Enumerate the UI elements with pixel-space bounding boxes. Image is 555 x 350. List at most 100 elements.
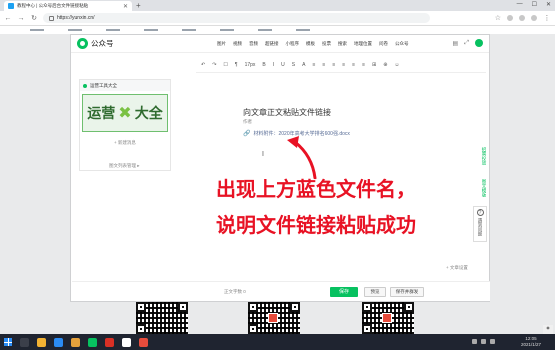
justify-icon[interactable]: ≡ [342, 62, 345, 68]
article-cover-thumbnail[interactable]: 运营 ✖ 大全 [82, 94, 168, 132]
close-window-button[interactable]: ✕ [546, 1, 551, 8]
save-and-publish-button[interactable]: 保存并群发 [390, 286, 424, 297]
file-explorer-icon[interactable] [37, 337, 46, 347]
reload-icon[interactable]: ↻ [30, 14, 38, 22]
tray-icon[interactable] [490, 339, 495, 344]
menu-item-account[interactable]: 公众号 [395, 40, 409, 48]
strikethrough-icon[interactable]: S [292, 62, 295, 68]
maximize-button[interactable]: ☐ [532, 1, 537, 8]
extension-icon[interactable] [507, 15, 513, 21]
align-left-icon[interactable]: ≡ [312, 62, 315, 68]
menu-item-survey[interactable]: 问卷 [379, 40, 388, 48]
app-icon[interactable] [54, 337, 63, 347]
qr-corner [248, 302, 258, 312]
bookmark-item[interactable] [106, 29, 120, 31]
recruit-link[interactable]: 招聘投放 [481, 147, 487, 165]
expand-icon[interactable]: ⤢ [464, 40, 469, 47]
bookmark-item[interactable] [144, 29, 158, 31]
bookmark-item[interactable] [182, 29, 196, 31]
insert-icon[interactable]: ⊕ [383, 62, 387, 68]
wechat-icon[interactable] [88, 337, 97, 347]
extension-icon[interactable] [519, 15, 525, 21]
tab-close-icon[interactable]: ✕ [123, 3, 128, 10]
bookmark-item[interactable] [258, 29, 272, 31]
word-count: 正文字数 0 [224, 288, 246, 294]
browser-tab[interactable]: 教程中心 | 公众号后台文件链接粘贴 ✕ [4, 1, 132, 11]
watermark-logo-icon: ◉ [543, 325, 553, 334]
help-label: 遇到问题 [478, 218, 483, 236]
menu-item-miniprogram[interactable]: 小程序 [286, 40, 300, 48]
system-tray [472, 339, 495, 344]
bookmark-item[interactable] [220, 29, 234, 31]
article-author[interactable]: 作者 [243, 119, 252, 125]
paperclip-icon: 🔗 [243, 131, 251, 137]
indent-icon[interactable]: ≡ [352, 62, 355, 68]
format-painter-icon[interactable]: ☐ [223, 62, 227, 68]
browser-icon[interactable] [122, 337, 131, 347]
table-icon[interactable]: ⊞ [372, 62, 376, 68]
menu-item-template[interactable]: 模板 [306, 40, 315, 48]
article-list-panel: 运营工具大全 运营 ✖ 大全 + 新建消息 [79, 79, 171, 171]
app-icon[interactable] [139, 337, 148, 347]
app-icon[interactable] [71, 337, 80, 347]
menu-item-search[interactable]: 搜索 [338, 40, 347, 48]
profile-icon[interactable] [531, 15, 537, 21]
italic-icon[interactable]: I [273, 62, 274, 68]
format-toolbar: ↶ ↷ ☐ ¶ 17px B I U S A ≡ ≡ ≡ ≡ ≡ ≡ ⊞ ⊕ ☺ [201, 60, 481, 70]
document-icon[interactable]: ▤ [453, 40, 459, 47]
qr-code-image [248, 302, 300, 334]
bookmark-star-icon[interactable]: ☆ [495, 14, 501, 22]
menu-item-audio[interactable]: 音频 [249, 40, 258, 48]
question-icon: ? [476, 209, 484, 216]
align-right-icon[interactable]: ≡ [332, 62, 335, 68]
menu-item-vote[interactable]: 投票 [322, 40, 331, 48]
taskbar-clock[interactable]: 12:05 2021/1/27 [521, 336, 541, 348]
annotation-line-2: 说明文件链接粘贴成功 [216, 215, 416, 237]
save-button[interactable]: 保存 [330, 286, 358, 297]
emoji-icon[interactable]: ☺ [394, 62, 399, 68]
bold-icon[interactable]: B [262, 62, 265, 68]
menu-item-image[interactable]: 图片 [217, 40, 226, 48]
forward-icon[interactable]: → [17, 15, 25, 22]
paragraph-icon[interactable]: ¶ [235, 62, 238, 68]
tray-icon[interactable] [481, 339, 486, 344]
menu-item-video[interactable]: 视频 [233, 40, 242, 48]
underline-icon[interactable]: U [281, 62, 285, 68]
template-link[interactable]: 图文模版 [481, 179, 487, 197]
bookmark-item[interactable] [296, 29, 310, 31]
qr-corner [248, 324, 258, 334]
avatar[interactable] [475, 39, 483, 47]
menu-item-hyperlink[interactable]: 超链接 [265, 40, 279, 48]
article-settings-link[interactable]: + 文章设置 [446, 265, 468, 271]
font-size-select[interactable]: 17px [245, 62, 256, 68]
preview-button[interactable]: 预览 [364, 286, 386, 297]
search-icon[interactable] [20, 337, 29, 347]
redo-icon[interactable]: ↷ [212, 62, 216, 68]
undo-icon[interactable]: ↶ [201, 62, 205, 68]
new-tab-button[interactable]: + [136, 2, 141, 10]
toolbar-divider [196, 72, 486, 73]
article-list-manage-link[interactable]: 图文列表管理 ▸ [109, 163, 140, 169]
help-widget[interactable]: ? 遇到问题 [473, 206, 487, 242]
menu-icon[interactable]: ⋮ [543, 14, 551, 22]
qr-corner [362, 324, 372, 334]
bookmark-item[interactable] [68, 29, 82, 31]
app-icon[interactable] [105, 337, 114, 347]
add-article-button[interactable]: + 新建消息 [80, 140, 170, 146]
list-icon[interactable]: ≡ [362, 62, 365, 68]
minimize-button[interactable]: — [517, 1, 523, 8]
tray-icon[interactable] [472, 339, 477, 344]
windows-start-icon[interactable] [4, 338, 12, 346]
article-dot-icon [83, 83, 87, 88]
font-color-icon[interactable]: A [302, 62, 305, 68]
qr-corner [136, 324, 146, 334]
align-center-icon[interactable]: ≡ [322, 62, 325, 68]
bookmark-item[interactable] [30, 29, 44, 31]
article-title[interactable]: 向文章正文粘贴文件链接 [243, 107, 331, 118]
address-bar[interactable]: https://yunxin.cn/ [43, 13, 430, 23]
menu-item-location[interactable]: 地理位置 [354, 40, 372, 48]
article-header[interactable]: 运营工具大全 [80, 80, 170, 91]
action-bar: 正文字数 0 保存 预览 保存并群发 [72, 281, 490, 301]
back-icon[interactable]: ← [4, 15, 12, 22]
qr-logo [382, 313, 392, 323]
